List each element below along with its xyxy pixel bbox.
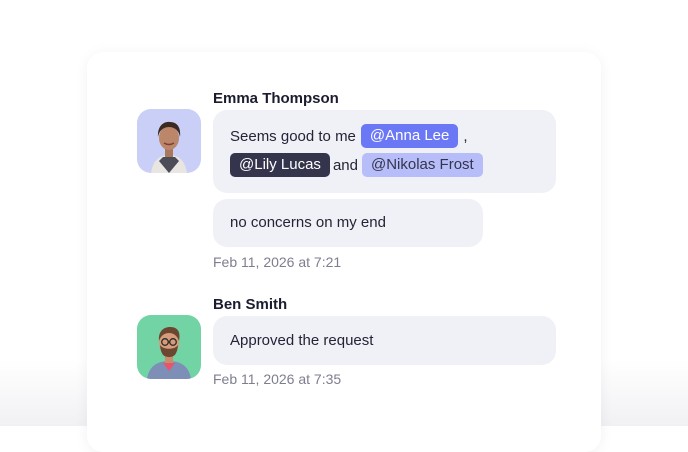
comment-text: Seems good to me [230, 127, 356, 145]
mention-tag-nikolas-frost[interactable]: @Nikolas Frost [361, 153, 483, 177]
comment-bubble: Seems good to me @Anna Lee , @Lily Lucas… [213, 110, 556, 193]
comment-bubble: no concerns on my end [213, 199, 483, 247]
comment-timestamp: Feb 11, 2026 at 7:35 [213, 371, 342, 387]
comment-line-2: @Lily Lucas and @Nikolas Frost [230, 153, 483, 177]
comment-text: no concerns on my end [230, 214, 386, 231]
user-portrait-icon [137, 109, 201, 173]
author-name: Ben Smith [213, 296, 288, 313]
comment-comma: , [463, 127, 468, 145]
avatar-emma-thompson[interactable] [137, 109, 201, 173]
comment-bubble: Approved the request [213, 316, 556, 365]
avatar-ben-smith[interactable] [137, 315, 201, 379]
author-name: Emma Thompson [213, 90, 339, 107]
mention-tag-anna-lee[interactable]: @Anna Lee [360, 124, 459, 148]
comment-text: Approved the request [230, 332, 374, 349]
comment-line-1: Seems good to me @Anna Lee , [230, 124, 473, 148]
comment-timestamp: Feb 11, 2026 at 7:21 [213, 254, 342, 270]
comments-card: Emma Thompson Seems good to me @Anna Lee… [87, 52, 601, 452]
user-portrait-icon [137, 315, 201, 379]
comment-and-text: and [332, 156, 358, 174]
mention-tag-lily-lucas[interactable]: @Lily Lucas [230, 153, 330, 177]
